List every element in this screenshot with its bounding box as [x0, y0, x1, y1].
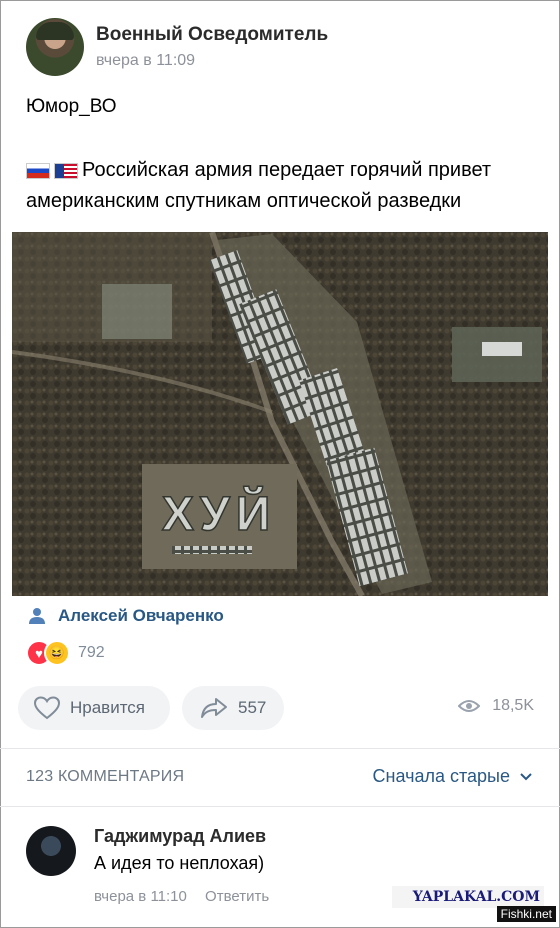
chevron-down-icon [520, 772, 532, 780]
usa-flag-icon [54, 162, 78, 179]
eye-icon [458, 700, 481, 712]
person-icon [29, 608, 45, 624]
post-time[interactable]: вчера в 11:09 [96, 52, 328, 70]
post-header: Военный Осведомитель вчера в 11:09 [26, 18, 328, 76]
heart-outline-icon [34, 696, 60, 720]
watermark-fishki: Fishki.net [496, 906, 556, 922]
commenter-name[interactable]: Гаджимурад Алиев [94, 826, 269, 847]
photo-credit-name[interactable]: Алексей Овчаренко [58, 606, 224, 626]
comment-body: Гаджимурад Алиев А идея то неплохая) вче… [94, 826, 269, 905]
sort-dropdown[interactable]: Сначала старые [373, 766, 532, 787]
photo-vehicle-letters: ХУЙ [162, 486, 276, 541]
author-info: Военный Осведомитель вчера в 11:09 [96, 24, 328, 70]
sort-label: Сначала старые [372, 766, 510, 786]
comment-time[interactable]: вчера в 11:10 [94, 888, 187, 905]
shares-count: 557 [238, 698, 267, 717]
post-text: Российская армия передает горячий привет… [26, 155, 536, 217]
divider [0, 748, 560, 749]
like-button[interactable]: Нравится [18, 686, 170, 730]
reactions-count: 792 [78, 644, 105, 661]
share-button[interactable]: 557 [182, 686, 284, 730]
reactions-summary[interactable]: ♥ 😆 792 [26, 640, 105, 666]
reply-button[interactable]: Ответить [205, 888, 269, 905]
watermark-yaplakal: YAPLAKAL.COM [392, 886, 544, 908]
comment-meta: вчера в 11:10 Ответить [94, 888, 269, 905]
commenter-avatar[interactable] [26, 826, 76, 876]
post-photo[interactable]: ХУЙ [12, 232, 548, 596]
satellite-image: ХУЙ [12, 232, 548, 596]
post-body: Российская армия передает горячий привет… [26, 159, 492, 212]
post-hashtag[interactable]: Юмор_ВО [26, 96, 117, 118]
photo-credit[interactable]: Алексей Овчаренко [28, 606, 224, 626]
author-avatar[interactable] [26, 18, 84, 76]
divider [0, 806, 560, 807]
share-arrow-icon [201, 698, 227, 718]
like-label: Нравится [70, 698, 146, 717]
author-name[interactable]: Военный Осведомитель [96, 24, 328, 46]
laugh-reaction-icon: 😆 [44, 640, 70, 666]
comment-item: Гаджимурад Алиев А идея то неплохая) вче… [26, 826, 269, 905]
comments-count: 123 КОММЕНТАРИЯ [26, 768, 185, 785]
comment-text: А идея то неплохая) [94, 853, 265, 873]
views-counter: 18,5K [458, 697, 534, 715]
views-count: 18,5K [492, 697, 534, 714]
russia-flag-icon [26, 162, 50, 179]
